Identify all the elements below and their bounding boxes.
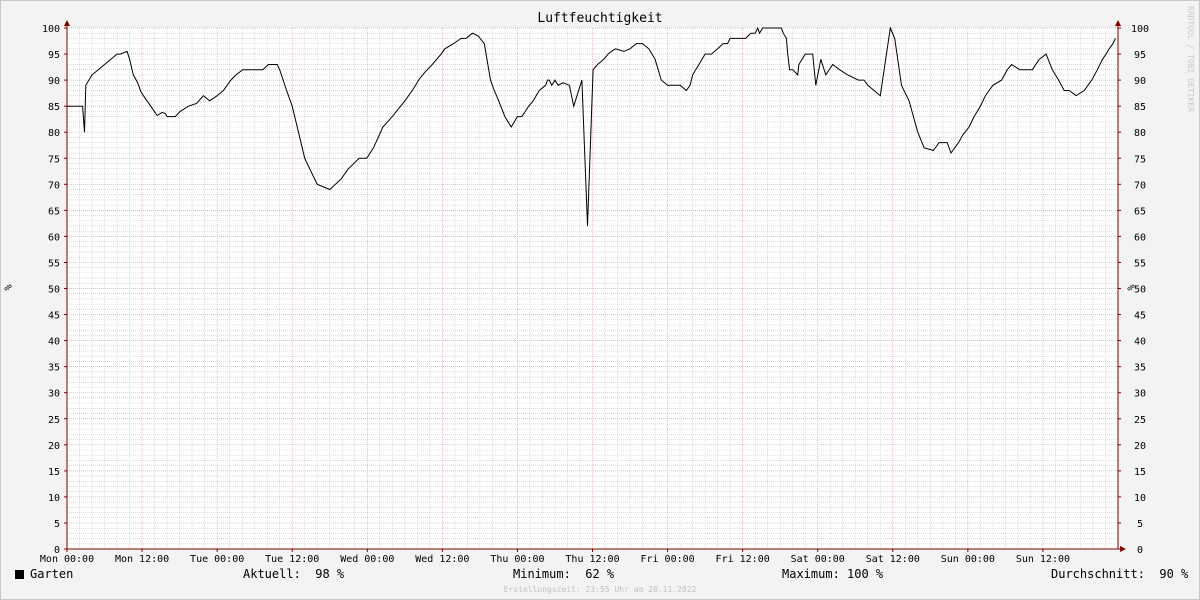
chart-svg: 0 05 510 1015 1520 2025 2530 3035 3540 4045 4550 50…	[40, 20, 1149, 565]
y-tick-label: 60	[48, 232, 60, 243]
legend-series-name: Garten	[30, 567, 74, 581]
x-axis-arrow	[1120, 546, 1126, 552]
y-tick-label-right: 25	[1134, 415, 1146, 426]
y-tick-label: 30	[48, 389, 60, 400]
y-tick-label: 15	[48, 467, 60, 478]
y-tick-label: 100	[42, 24, 60, 35]
legend-maximum: Maximum: 100 %	[782, 567, 883, 581]
y-tick-label: 50	[48, 285, 60, 296]
legend-aktuell-label: Aktuell:	[243, 567, 301, 581]
y-tick-label-right: 75	[1134, 154, 1146, 165]
y-tick-label-right: 0	[1137, 545, 1143, 556]
y-tick-label-right: 20	[1134, 441, 1146, 452]
y-tick-label: 5	[54, 519, 60, 530]
x-tick-label: Fri 12:00	[716, 554, 770, 565]
y-tick-label: 95	[48, 50, 60, 61]
x-tick-label: Sat 12:00	[866, 554, 920, 565]
y-tick-label: 20	[48, 441, 60, 452]
y-tick-label-right: 100	[1131, 24, 1149, 35]
x-tick-label: Tue 00:00	[190, 554, 244, 565]
y-tick-label: 90	[48, 76, 60, 87]
y-tick-label-right: 85	[1134, 102, 1146, 113]
x-tick-label: Wed 12:00	[415, 554, 469, 565]
y-tick-label: 75	[48, 154, 60, 165]
y-tick-label-right: 40	[1134, 337, 1146, 348]
y-tick-label: 25	[48, 415, 60, 426]
y-axis-unit-right: %	[1124, 284, 1136, 291]
y-tick-label: 80	[48, 128, 60, 139]
legend-aktuell: Aktuell: 98 %	[243, 567, 344, 581]
x-tick-label: Mon 12:00	[115, 554, 169, 565]
y-tick-label-right: 5	[1137, 519, 1143, 530]
y-tick-label-right: 10	[1134, 493, 1146, 504]
legend-durchschnitt: Durchschnitt: 90 %	[1051, 567, 1188, 581]
x-tick-label: Thu 12:00	[565, 554, 619, 565]
y-tick-label-right: 45	[1134, 311, 1146, 322]
legend-swatch	[15, 570, 24, 579]
x-tick-label: Thu 00:00	[490, 554, 544, 565]
legend-durchschnitt-value: 90 %	[1159, 567, 1189, 581]
y-tick-label-right: 55	[1134, 258, 1146, 269]
legend-durchschnitt-label: Durchschnitt:	[1051, 567, 1145, 581]
x-tick-label: Sat 00:00	[791, 554, 845, 565]
y-tick-label-right: 80	[1134, 128, 1146, 139]
y-tick-label: 10	[48, 493, 60, 504]
legend-aktuell-value: 98 %	[315, 567, 345, 581]
y-tick-label: 85	[48, 102, 60, 113]
y-tick-label-right: 35	[1134, 363, 1146, 374]
y-tick-label-right: 65	[1134, 206, 1146, 217]
legend-minimum: Minimum: 62 %	[513, 567, 614, 581]
x-tick-label: Fri 00:00	[640, 554, 694, 565]
x-tick-label: Tue 12:00	[265, 554, 319, 565]
y-tick-label: 35	[48, 363, 60, 374]
creation-note: Erstellungszeit: 23:55 Uhr am 20.11.2022	[503, 585, 697, 594]
y-tick-label-right: 50	[1134, 285, 1146, 296]
y-tick-label-right: 60	[1134, 232, 1146, 243]
legend-minimum-label: Minimum:	[513, 567, 571, 581]
y-tick-label-right: 95	[1134, 50, 1146, 61]
rrdtool-watermark: RRDTOOL / TOBI OETIKER	[1186, 6, 1195, 112]
legend-minimum-value: 62 %	[585, 567, 615, 581]
x-tick-label: Mon 00:00	[40, 554, 94, 565]
y-tick-label: 65	[48, 206, 60, 217]
legend-maximum-label: Maximum:	[782, 567, 840, 581]
x-tick-label: Sun 00:00	[941, 554, 995, 565]
y-axis-unit-left: %	[1, 284, 13, 291]
y-tick-label: 55	[48, 258, 60, 269]
x-tick-label: Sun 12:00	[1016, 554, 1070, 565]
y-tick-label-right: 70	[1134, 180, 1146, 191]
y-tick-label-right: 30	[1134, 389, 1146, 400]
y-tick-label-right: 15	[1134, 467, 1146, 478]
y-tick-label: 45	[48, 311, 60, 322]
y-tick-label: 40	[48, 337, 60, 348]
y-tick-label: 70	[48, 180, 60, 191]
legend-maximum-value: 100 %	[847, 567, 884, 581]
y-tick-label-right: 90	[1134, 76, 1146, 87]
y-axis-arrow-right	[1115, 20, 1121, 26]
x-tick-label: Wed 00:00	[340, 554, 394, 565]
y-axis-arrow	[64, 20, 70, 26]
